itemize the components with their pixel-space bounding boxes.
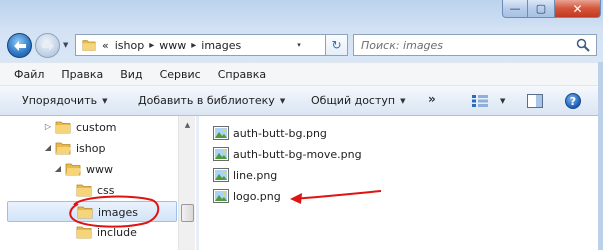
refresh-icon: ↻ <box>331 38 342 52</box>
file-item[interactable]: auth-butt-bg-move.png <box>213 144 362 164</box>
preview-pane-icon[interactable] <box>527 94 543 108</box>
tree-item-include[interactable]: include <box>0 222 178 243</box>
breadcrumb-www[interactable]: www <box>159 39 186 52</box>
tree-item-label: custom <box>76 121 117 134</box>
tree-item-custom[interactable]: ▷ custom <box>0 117 178 138</box>
file-name: auth-butt-bg.png <box>233 126 327 140</box>
forward-button[interactable] <box>35 33 60 58</box>
file-name: line.png <box>233 168 278 182</box>
folder-icon <box>76 226 92 239</box>
file-name: auth-butt-bg-move.png <box>233 147 362 161</box>
png-image-icon <box>213 126 229 140</box>
recent-pages-dropdown[interactable]: ▼ <box>63 41 68 49</box>
window-controls: — ▢ ✕ <box>502 0 601 18</box>
window-right-border <box>598 62 603 250</box>
tree-item-label: www <box>86 163 113 176</box>
menu-file[interactable]: Файл <box>14 68 44 81</box>
chevron-down-icon: ▼ <box>400 96 406 105</box>
navigation-pane: ▷ custom ◢ ishop ◢ www css images includ… <box>0 116 197 250</box>
file-item[interactable]: logo.png <box>213 186 281 206</box>
add-to-library-label: Добавить в библиотеку <box>138 94 275 107</box>
address-bar[interactable]: « ishop ▸ www ▸ images ▾ <box>75 34 326 56</box>
png-image-icon <box>213 168 229 182</box>
breadcrumb-separator[interactable]: ▸ <box>144 40 159 51</box>
folder-icon <box>55 121 71 134</box>
tree-item-label: images <box>98 206 138 219</box>
tree-item-www[interactable]: ◢ www <box>0 159 178 180</box>
expand-arrow-icon[interactable]: ▷ <box>44 122 52 131</box>
png-image-icon <box>213 189 229 203</box>
folder-open-icon <box>55 142 71 155</box>
share-label: Общий доступ <box>311 94 396 107</box>
search-icon[interactable] <box>576 38 590 52</box>
chevron-down-icon: ▼ <box>102 96 108 105</box>
close-button[interactable]: ✕ <box>555 0 601 18</box>
back-arrow-icon <box>13 40 26 51</box>
menu-help[interactable]: Справка <box>218 68 266 81</box>
menu-edit[interactable]: Правка <box>61 68 103 81</box>
organize-button[interactable]: Упорядочить ▼ <box>22 94 108 107</box>
file-item[interactable]: auth-butt-bg.png <box>213 123 327 143</box>
window-title-bar: — ▢ ✕ <box>0 0 603 30</box>
search-box[interactable] <box>353 34 597 56</box>
command-bar: Упорядочить ▼ Добавить в библиотеку ▼ Об… <box>0 86 603 116</box>
share-button[interactable]: Общий доступ ▼ <box>311 94 405 107</box>
folder-icon <box>77 206 93 219</box>
file-item[interactable]: line.png <box>213 165 277 185</box>
scroll-thumb[interactable] <box>181 204 194 222</box>
tree-item-label: ishop <box>76 142 106 155</box>
breadcrumb-separator[interactable]: ▸ <box>186 40 201 51</box>
file-list: auth-butt-bg.png auth-butt-bg-move.png l… <box>199 116 603 250</box>
tree-item-css[interactable]: css <box>0 180 178 201</box>
change-view-icon[interactable] <box>472 95 488 107</box>
folder-icon <box>82 40 96 51</box>
scroll-up-button[interactable]: ▲ <box>179 116 196 133</box>
menu-tools[interactable]: Сервис <box>160 68 201 81</box>
tree-item-images[interactable]: images <box>7 201 177 222</box>
collapse-arrow-icon[interactable]: ◢ <box>44 143 52 152</box>
add-to-library-button[interactable]: Добавить в библиотеку ▼ <box>138 94 285 107</box>
help-icon[interactable]: ? <box>565 93 581 109</box>
menu-view[interactable]: Вид <box>120 68 142 81</box>
breadcrumb-history-chevron[interactable]: « <box>102 39 109 52</box>
breadcrumb-images[interactable]: images <box>201 39 241 52</box>
tree-item-ishop[interactable]: ◢ ishop <box>0 138 178 159</box>
search-input[interactable] <box>361 36 561 54</box>
address-dropdown-button[interactable]: ▾ <box>292 35 306 55</box>
folder-open-icon <box>65 163 81 176</box>
forward-arrow-icon <box>41 40 54 51</box>
tree-item-label: include <box>97 226 137 239</box>
chevron-down-icon: ▼ <box>279 96 286 105</box>
tree-item-label: css <box>97 184 115 197</box>
refresh-button[interactable]: ↻ <box>326 34 348 56</box>
folder-icon <box>76 184 92 197</box>
maximize-button[interactable]: ▢ <box>528 0 555 18</box>
breadcrumb-ishop[interactable]: ishop <box>115 39 144 52</box>
back-button[interactable] <box>7 33 32 58</box>
collapse-arrow-icon[interactable]: ◢ <box>54 164 62 173</box>
organize-label: Упорядочить <box>22 94 98 107</box>
file-name: logo.png <box>233 189 281 203</box>
more-commands-button[interactable]: » <box>428 92 436 106</box>
navigation-scrollbar[interactable]: ▲ <box>178 116 195 250</box>
minimize-button[interactable]: — <box>502 0 528 18</box>
menu-bar: Файл Правка Вид Сервис Справка <box>0 62 603 86</box>
view-options-dropdown[interactable]: ▼ <box>500 97 505 105</box>
png-image-icon <box>213 147 229 161</box>
